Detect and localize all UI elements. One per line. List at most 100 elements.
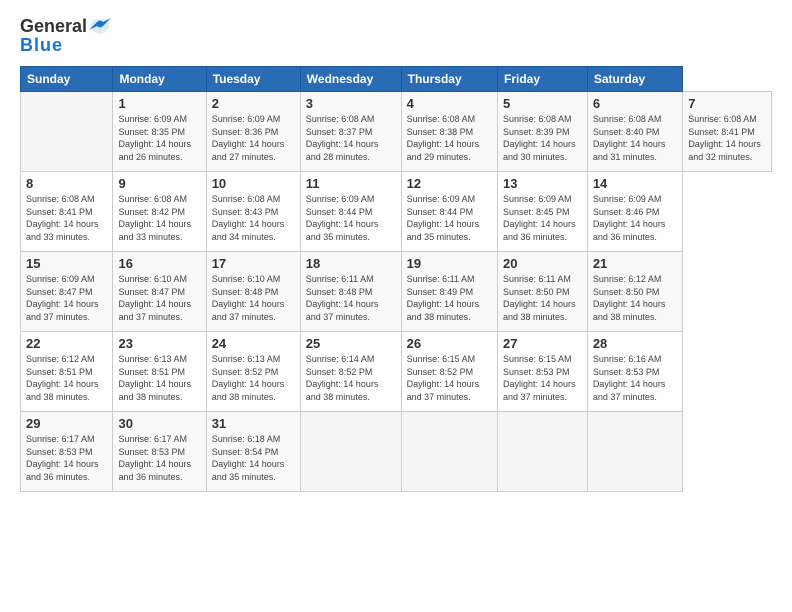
calendar-day-cell: 30Sunrise: 6:17 AM Sunset: 8:53 PM Dayli… <box>113 412 206 492</box>
calendar-day-cell: 4 Sunrise: 6:08 AM Sunset: 8:38 PM Daylig… <box>401 92 497 172</box>
day-number: 5 <box>503 96 582 111</box>
day-header-tuesday: Tuesday <box>206 67 300 92</box>
day-number: 4 <box>407 96 492 111</box>
day-number: 26 <box>407 336 492 351</box>
day-info: Sunrise: 6:13 AM Sunset: 8:52 PM Dayligh… <box>212 354 285 402</box>
calendar-header-row: SundayMondayTuesdayWednesdayThursdayFrid… <box>21 67 772 92</box>
calendar-day-cell: 11 Sunrise: 6:09 AM Sunset: 8:44 PM Dayli… <box>300 172 401 252</box>
day-info: Sunrise: 6:08 AM Sunset: 8:38 PM Dayligh… <box>407 114 480 162</box>
day-number: 23 <box>118 336 200 351</box>
day-info: Sunrise: 6:14 AM Sunset: 8:52 PM Dayligh… <box>306 354 379 402</box>
day-header-saturday: Saturday <box>587 67 682 92</box>
calendar-day-cell <box>300 412 401 492</box>
day-number: 21 <box>593 256 677 271</box>
day-number: 9 <box>118 176 200 191</box>
calendar-day-cell: 21Sunrise: 6:12 AM Sunset: 8:50 PM Dayli… <box>587 252 682 332</box>
calendar-week-row: 1Sunrise: 6:09 AM Sunset: 8:35 PM Daylig… <box>21 92 772 172</box>
calendar-table: SundayMondayTuesdayWednesdayThursdayFrid… <box>20 66 772 492</box>
calendar-day-cell: 26Sunrise: 6:15 AM Sunset: 8:52 PM Dayli… <box>401 332 497 412</box>
day-number: 2 <box>212 96 295 111</box>
page: General Blue SundayMondayTuesdayWednesda… <box>0 0 792 612</box>
calendar-week-row: 15Sunrise: 6:09 AM Sunset: 8:47 PM Dayli… <box>21 252 772 332</box>
day-number: 30 <box>118 416 200 431</box>
day-info: Sunrise: 6:10 AM Sunset: 8:47 PM Dayligh… <box>118 274 191 322</box>
calendar-day-cell: 27 Sunrise: 6:15 AM Sunset: 8:53 PM Dayli… <box>497 332 587 412</box>
calendar-day-cell: 22 Sunrise: 6:12 AM Sunset: 8:51 PM Dayli… <box>21 332 113 412</box>
logo-blue-text: Blue <box>20 35 63 56</box>
day-number: 31 <box>212 416 295 431</box>
day-info: Sunrise: 6:16 AM Sunset: 8:53 PM Dayligh… <box>593 354 666 402</box>
day-header-friday: Friday <box>497 67 587 92</box>
day-header-monday: Monday <box>113 67 206 92</box>
header: General Blue <box>20 16 772 56</box>
day-info: Sunrise: 6:18 AM Sunset: 8:54 PM Dayligh… <box>212 434 285 482</box>
calendar-day-cell: 16Sunrise: 6:10 AM Sunset: 8:47 PM Dayli… <box>113 252 206 332</box>
calendar-day-cell: 28Sunrise: 6:16 AM Sunset: 8:53 PM Dayli… <box>587 332 682 412</box>
day-number: 15 <box>26 256 107 271</box>
day-number: 27 <box>503 336 582 351</box>
day-info: Sunrise: 6:12 AM Sunset: 8:51 PM Dayligh… <box>26 354 99 402</box>
day-info: Sunrise: 6:09 AM Sunset: 8:44 PM Dayligh… <box>407 194 480 242</box>
day-header-thursday: Thursday <box>401 67 497 92</box>
day-number: 3 <box>306 96 396 111</box>
day-info: Sunrise: 6:09 AM Sunset: 8:44 PM Dayligh… <box>306 194 379 242</box>
day-number: 6 <box>593 96 677 111</box>
day-info: Sunrise: 6:15 AM Sunset: 8:53 PM Dayligh… <box>503 354 576 402</box>
day-number: 22 <box>26 336 107 351</box>
calendar-day-cell: 12 Sunrise: 6:09 AM Sunset: 8:44 PM Dayli… <box>401 172 497 252</box>
day-number: 25 <box>306 336 396 351</box>
day-info: Sunrise: 6:11 AM Sunset: 8:49 PM Dayligh… <box>407 274 480 322</box>
calendar-day-cell: 17Sunrise: 6:10 AM Sunset: 8:48 PM Dayli… <box>206 252 300 332</box>
calendar-week-row: 29 Sunrise: 6:17 AM Sunset: 8:53 PM Dayli… <box>21 412 772 492</box>
calendar-week-row: 8 Sunrise: 6:08 AM Sunset: 8:41 PM Daylig… <box>21 172 772 252</box>
day-info: Sunrise: 6:11 AM Sunset: 8:48 PM Dayligh… <box>306 274 379 322</box>
day-info: Sunrise: 6:08 AM Sunset: 8:40 PM Dayligh… <box>593 114 666 162</box>
calendar-day-cell: 6 Sunrise: 6:08 AM Sunset: 8:40 PM Daylig… <box>587 92 682 172</box>
day-number: 10 <box>212 176 295 191</box>
calendar-day-cell: 18Sunrise: 6:11 AM Sunset: 8:48 PM Dayli… <box>300 252 401 332</box>
day-info: Sunrise: 6:08 AM Sunset: 8:39 PM Dayligh… <box>503 114 576 162</box>
day-info: Sunrise: 6:08 AM Sunset: 8:43 PM Dayligh… <box>212 194 285 242</box>
day-header-sunday: Sunday <box>21 67 113 92</box>
day-number: 17 <box>212 256 295 271</box>
day-number: 7 <box>688 96 766 111</box>
day-info: Sunrise: 6:09 AM Sunset: 8:36 PM Dayligh… <box>212 114 285 162</box>
calendar-day-cell: 29 Sunrise: 6:17 AM Sunset: 8:53 PM Dayli… <box>21 412 113 492</box>
calendar-day-cell: 1Sunrise: 6:09 AM Sunset: 8:35 PM Daylig… <box>113 92 206 172</box>
calendar-day-cell: 23Sunrise: 6:13 AM Sunset: 8:51 PM Dayli… <box>113 332 206 412</box>
day-info: Sunrise: 6:17 AM Sunset: 8:53 PM Dayligh… <box>26 434 99 482</box>
day-info: Sunrise: 6:08 AM Sunset: 8:42 PM Dayligh… <box>118 194 191 242</box>
day-number: 11 <box>306 176 396 191</box>
day-number: 20 <box>503 256 582 271</box>
calendar-day-cell: 3Sunrise: 6:08 AM Sunset: 8:37 PM Daylig… <box>300 92 401 172</box>
calendar-day-cell: 14Sunrise: 6:09 AM Sunset: 8:46 PM Dayli… <box>587 172 682 252</box>
calendar-day-cell <box>587 412 682 492</box>
logo-bird-icon <box>89 18 111 36</box>
day-number: 29 <box>26 416 107 431</box>
day-info: Sunrise: 6:08 AM Sunset: 8:41 PM Dayligh… <box>26 194 99 242</box>
calendar-day-cell: 13 Sunrise: 6:09 AM Sunset: 8:45 PM Dayli… <box>497 172 587 252</box>
day-number: 8 <box>26 176 107 191</box>
day-number: 24 <box>212 336 295 351</box>
calendar-day-cell <box>497 412 587 492</box>
calendar-day-cell: 9 Sunrise: 6:08 AM Sunset: 8:42 PM Daylig… <box>113 172 206 252</box>
day-number: 12 <box>407 176 492 191</box>
day-info: Sunrise: 6:09 AM Sunset: 8:35 PM Dayligh… <box>118 114 191 162</box>
day-info: Sunrise: 6:08 AM Sunset: 8:41 PM Dayligh… <box>688 114 761 162</box>
calendar-day-cell: 8 Sunrise: 6:08 AM Sunset: 8:41 PM Daylig… <box>21 172 113 252</box>
day-number: 13 <box>503 176 582 191</box>
logo: General Blue <box>20 16 111 56</box>
calendar-week-row: 22 Sunrise: 6:12 AM Sunset: 8:51 PM Dayli… <box>21 332 772 412</box>
day-header-wednesday: Wednesday <box>300 67 401 92</box>
calendar-day-cell: 15Sunrise: 6:09 AM Sunset: 8:47 PM Dayli… <box>21 252 113 332</box>
calendar-day-cell: 31 Sunrise: 6:18 AM Sunset: 8:54 PM Dayli… <box>206 412 300 492</box>
calendar-day-cell: 19Sunrise: 6:11 AM Sunset: 8:49 PM Dayli… <box>401 252 497 332</box>
day-info: Sunrise: 6:11 AM Sunset: 8:50 PM Dayligh… <box>503 274 576 322</box>
day-info: Sunrise: 6:09 AM Sunset: 8:46 PM Dayligh… <box>593 194 666 242</box>
calendar-day-cell: 25 Sunrise: 6:14 AM Sunset: 8:52 PM Dayli… <box>300 332 401 412</box>
calendar-day-cell: 24 Sunrise: 6:13 AM Sunset: 8:52 PM Dayli… <box>206 332 300 412</box>
calendar-day-cell: 20 Sunrise: 6:11 AM Sunset: 8:50 PM Dayli… <box>497 252 587 332</box>
empty-cell <box>21 92 113 172</box>
calendar-day-cell: 5 Sunrise: 6:08 AM Sunset: 8:39 PM Daylig… <box>497 92 587 172</box>
day-info: Sunrise: 6:09 AM Sunset: 8:45 PM Dayligh… <box>503 194 576 242</box>
